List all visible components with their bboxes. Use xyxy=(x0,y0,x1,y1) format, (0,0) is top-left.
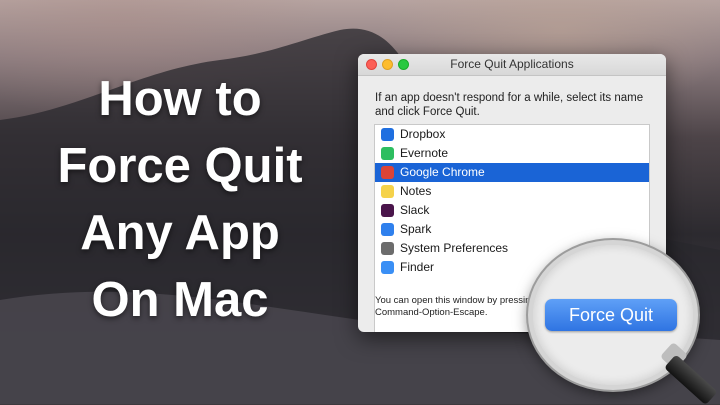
evernote-icon xyxy=(381,147,394,160)
window-titlebar[interactable]: Force Quit Applications xyxy=(358,54,666,76)
app-row[interactable]: Slack xyxy=(375,201,649,220)
dropbox-icon xyxy=(381,128,394,141)
force-quit-button[interactable]: Force Quit xyxy=(545,299,677,331)
headline-line-2: Force Quit xyxy=(57,139,303,193)
slack-icon xyxy=(381,204,394,217)
close-button[interactable] xyxy=(366,59,377,70)
app-name: Slack xyxy=(400,203,430,217)
finder-icon xyxy=(381,261,394,274)
app-row[interactable]: Notes xyxy=(375,182,649,201)
notes-icon xyxy=(381,185,394,198)
app-name: System Preferences xyxy=(400,241,509,255)
system-preferences-icon xyxy=(381,242,394,255)
spark-icon xyxy=(381,223,394,236)
app-name: Dropbox xyxy=(400,127,446,141)
app-name: Spark xyxy=(400,222,432,236)
app-row[interactable]: Evernote xyxy=(375,144,649,163)
window-description: If an app doesn't respond for a while, s… xyxy=(375,92,644,118)
app-name: Finder xyxy=(400,260,435,274)
headline-line-3: Any App xyxy=(80,206,280,260)
app-row[interactable]: Spark xyxy=(375,220,649,239)
zoom-button[interactable] xyxy=(398,59,409,70)
app-row[interactable]: Dropbox xyxy=(375,125,649,144)
headline: How to Force Quit Any App On Mac xyxy=(30,66,330,334)
app-name: Evernote xyxy=(400,146,449,160)
app-row[interactable]: Google Chrome xyxy=(375,163,649,182)
app-name: Google Chrome xyxy=(400,165,485,179)
chrome-icon xyxy=(381,166,394,179)
headline-line-4: On Mac xyxy=(91,273,269,327)
app-name: Notes xyxy=(400,184,432,198)
minimize-button[interactable] xyxy=(382,59,393,70)
headline-line-1: How to xyxy=(98,72,262,126)
